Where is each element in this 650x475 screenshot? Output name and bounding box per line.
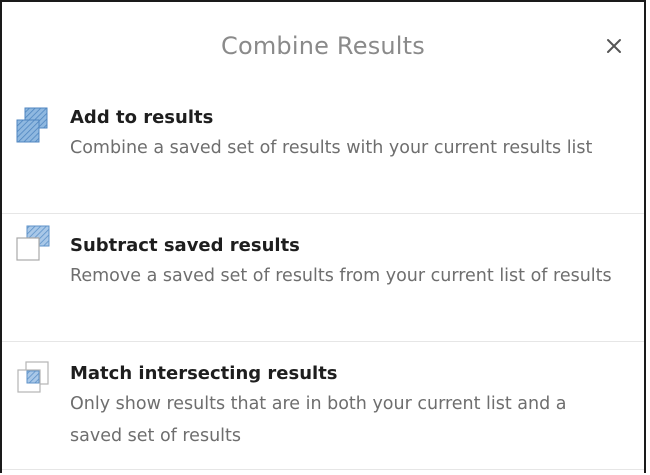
dialog-title: Combine Results	[221, 32, 425, 60]
option-description: Combine a saved set of results with your…	[70, 138, 593, 158]
combine-results-dialog: Combine Results Add to results Combine a	[0, 0, 646, 473]
option-add-to-results[interactable]: Add to results Combine a saved set of re…	[2, 90, 644, 214]
intersect-results-icon	[14, 358, 54, 398]
option-subtract-saved-results[interactable]: Subtract saved results Remove a saved se…	[2, 214, 644, 342]
option-title: Subtract saved results	[70, 235, 300, 256]
add-results-icon	[14, 106, 54, 146]
option-match-intersecting-results[interactable]: Match intersecting results Only show res…	[2, 342, 644, 470]
option-description: Only show results that are in both your …	[70, 394, 567, 446]
option-description: Remove a saved set of results from your …	[70, 266, 612, 286]
dialog-header: Combine Results	[2, 2, 644, 90]
option-title: Add to results	[70, 107, 214, 128]
close-icon[interactable]	[602, 34, 626, 58]
option-title: Match intersecting results	[70, 363, 338, 384]
subtract-results-icon	[14, 224, 54, 264]
